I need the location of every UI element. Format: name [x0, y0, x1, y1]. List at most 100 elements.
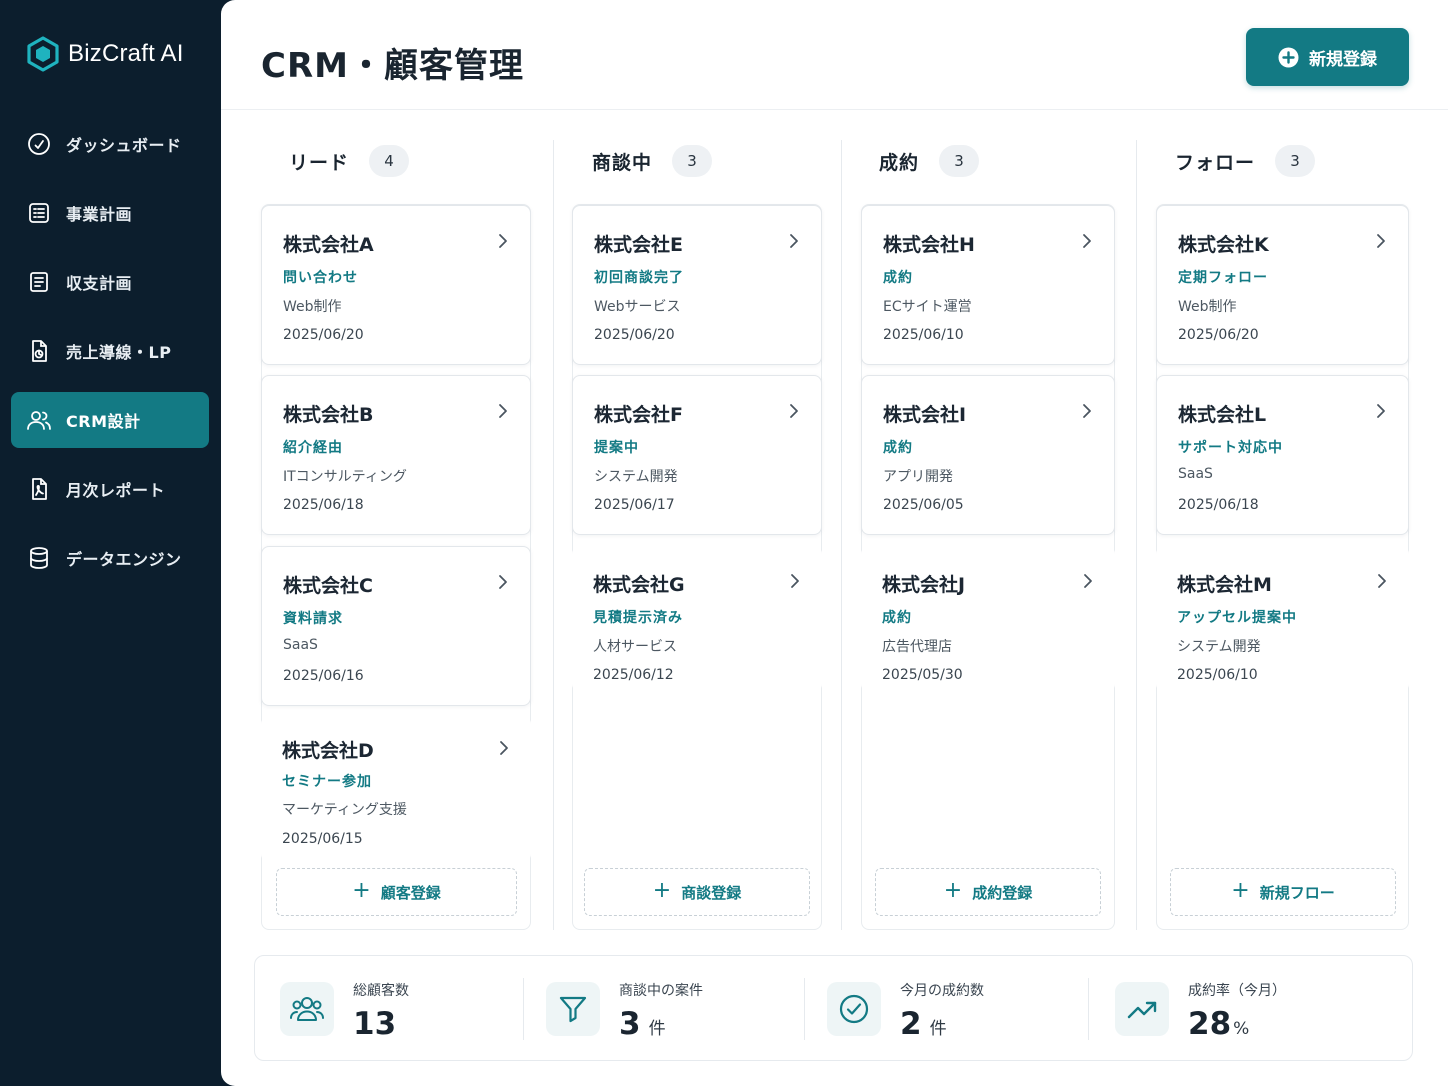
industry: ITコンサルティング	[283, 469, 407, 485]
customer-card[interactable]: 株式会社L サポート対応中 SaaS 2025/06/18	[1156, 375, 1409, 535]
column-title: 商談中	[592, 151, 653, 174]
chevron-right-icon[interactable]	[496, 403, 510, 419]
customer-card[interactable]: 株式会社F 提案中 システム開発 2025/06/17	[572, 375, 822, 535]
industry: マーケティング支援	[282, 802, 407, 818]
add-customer-button[interactable]: + 顧客登録	[276, 868, 517, 916]
chevron-right-icon[interactable]	[1080, 403, 1094, 419]
chevron-right-icon[interactable]	[1081, 573, 1095, 589]
column-panel: 株式会社H 成約 ECサイト運営 2025/06/10 株式会社I 成約 アプリ…	[861, 204, 1115, 930]
chevron-right-icon[interactable]	[1080, 233, 1094, 249]
customer-card[interactable]: 株式会社H 成約 ECサイト運営 2025/06/10	[861, 205, 1115, 365]
column-title: リード	[289, 151, 350, 174]
add-button-label: 成約登録	[972, 883, 1033, 902]
plus-icon: +	[352, 878, 371, 903]
company-name: 株式会社E	[594, 234, 683, 256]
industry: Web制作	[1178, 299, 1237, 315]
industry: SaaS	[283, 637, 318, 653]
stat-label: 総顧客数	[353, 983, 409, 999]
column-panel: 株式会社K 定期フォロー Web制作 2025/06/20 株式会社L サポート…	[1156, 204, 1409, 930]
date: 2025/06/05	[883, 497, 964, 513]
customer-card[interactable]: 株式会社M アップセル提案中 システム開発 2025/06/10	[1156, 546, 1409, 692]
stats-summary: 総顧客数 13 商談中の案件 3 件 今月の成約数 2 件 成約率（今月） 28…	[254, 955, 1413, 1061]
company-name: 株式会社D	[282, 740, 374, 762]
sidebar-item-budget-plan[interactable]: 収支計画	[11, 254, 209, 310]
industry: アプリ開発	[883, 469, 953, 485]
customer-card[interactable]: 株式会社D セミナー参加 マーケティング支援 2025/06/15	[261, 716, 531, 862]
chevron-right-icon[interactable]	[1375, 573, 1389, 589]
column-header: 商談中 3	[592, 140, 713, 182]
stat-unit: %	[1233, 1019, 1250, 1039]
plus-icon: +	[652, 878, 672, 903]
status-tag: 見積提示済み	[593, 610, 683, 626]
stat-value: 13	[353, 1006, 397, 1042]
add-follow-button[interactable]: + 新規フロー	[1170, 868, 1396, 916]
column-divider	[553, 140, 554, 930]
chevron-right-icon[interactable]	[496, 574, 510, 590]
sidebar-item-data-engine[interactable]: データエンジン	[11, 530, 209, 586]
customer-card[interactable]: 株式会社K 定期フォロー Web制作 2025/06/20	[1156, 205, 1409, 365]
add-button-label: 顧客登録	[380, 883, 441, 902]
customer-card[interactable]: 株式会社C 資料請求 SaaS 2025/06/16	[261, 546, 531, 706]
customer-card[interactable]: 株式会社J 成約 広告代理店 2025/05/30	[861, 546, 1115, 692]
sidebar-item-label: CRM設計	[66, 412, 141, 431]
new-register-button[interactable]: 新規登録	[1246, 28, 1409, 86]
customer-card[interactable]: 株式会社I 成約 アプリ開発 2025/06/05	[861, 375, 1115, 535]
status-tag: アップセル提案中	[1177, 610, 1297, 626]
sidebar-item-monthly-report[interactable]: 月次レポート	[11, 461, 209, 517]
column-header: フォロー 3	[1175, 140, 1316, 182]
date: 2025/05/30	[882, 667, 963, 683]
stat-separator	[523, 978, 524, 1040]
database-icon	[26, 545, 52, 571]
customer-card[interactable]: 株式会社A 問い合わせ Web制作 2025/06/20	[261, 205, 531, 365]
users-icon	[26, 407, 52, 433]
chevron-right-icon[interactable]	[787, 233, 801, 249]
chevron-right-icon[interactable]	[1374, 233, 1388, 249]
industry: ECサイト運営	[883, 299, 972, 315]
industry: システム開発	[1177, 639, 1261, 655]
new-register-label: 新規登録	[1309, 49, 1377, 70]
industry: Web制作	[283, 299, 342, 315]
company-name: 株式会社C	[283, 575, 373, 597]
check-circle-icon	[827, 982, 881, 1036]
sidebar-item-label: ダッシュボード	[66, 136, 182, 155]
date: 2025/06/20	[594, 327, 675, 343]
chevron-right-icon[interactable]	[1374, 403, 1388, 419]
sidebar-item-label: 収支計画	[66, 274, 133, 293]
sidebar-item-sales-funnel-lp[interactable]: 売上導線・LP	[11, 323, 209, 379]
chevron-right-icon[interactable]	[497, 740, 511, 756]
column-header: リード 4	[289, 140, 410, 182]
company-name: 株式会社B	[283, 404, 374, 426]
date: 2025/06/18	[283, 497, 364, 513]
date: 2025/06/15	[282, 831, 363, 847]
customer-card[interactable]: 株式会社B 紹介経由 ITコンサルティング 2025/06/18	[261, 375, 531, 535]
industry: システム開発	[594, 469, 678, 485]
stat-close-rate: 成約率（今月） 28 %	[1115, 956, 1375, 1062]
company-name: 株式会社M	[1177, 574, 1272, 596]
status-tag: 成約	[883, 440, 913, 456]
sidebar-item-crm[interactable]: CRM設計	[11, 392, 209, 448]
sidebar-item-label: 事業計画	[66, 205, 133, 224]
status-tag: 成約	[882, 610, 912, 626]
document-icon	[26, 269, 52, 295]
stat-value-row: 3 件	[619, 1006, 666, 1042]
stat-value-row: 13	[353, 1006, 404, 1042]
sidebar-item-label: 売上導線・LP	[66, 343, 172, 362]
chevron-right-icon[interactable]	[496, 233, 510, 249]
brand[interactable]: BizCraft AI	[26, 36, 184, 72]
chevron-right-icon[interactable]	[788, 573, 802, 589]
column-title: 成約	[879, 151, 920, 174]
company-name: 株式会社H	[883, 234, 975, 256]
company-name: 株式会社A	[283, 234, 374, 256]
customer-card[interactable]: 株式会社G 見積提示済み 人材サービス 2025/06/12	[572, 546, 822, 692]
customer-card[interactable]: 株式会社E 初回商談完了 Webサービス 2025/06/20	[572, 205, 822, 365]
date: 2025/06/16	[283, 668, 364, 684]
stat-deals-in-progress: 商談中の案件 3 件	[546, 956, 786, 1062]
plus-circle-icon	[1278, 47, 1299, 68]
add-deal-button[interactable]: + 商談登録	[584, 868, 810, 916]
sidebar-item-dashboard[interactable]: ダッシュボード	[11, 116, 209, 172]
status-tag: 成約	[883, 270, 913, 286]
sidebar-item-business-plan[interactable]: 事業計画	[11, 185, 209, 241]
chevron-right-icon[interactable]	[787, 403, 801, 419]
add-closed-deal-button[interactable]: + 成約登録	[875, 868, 1101, 916]
company-name: 株式会社K	[1178, 234, 1269, 256]
